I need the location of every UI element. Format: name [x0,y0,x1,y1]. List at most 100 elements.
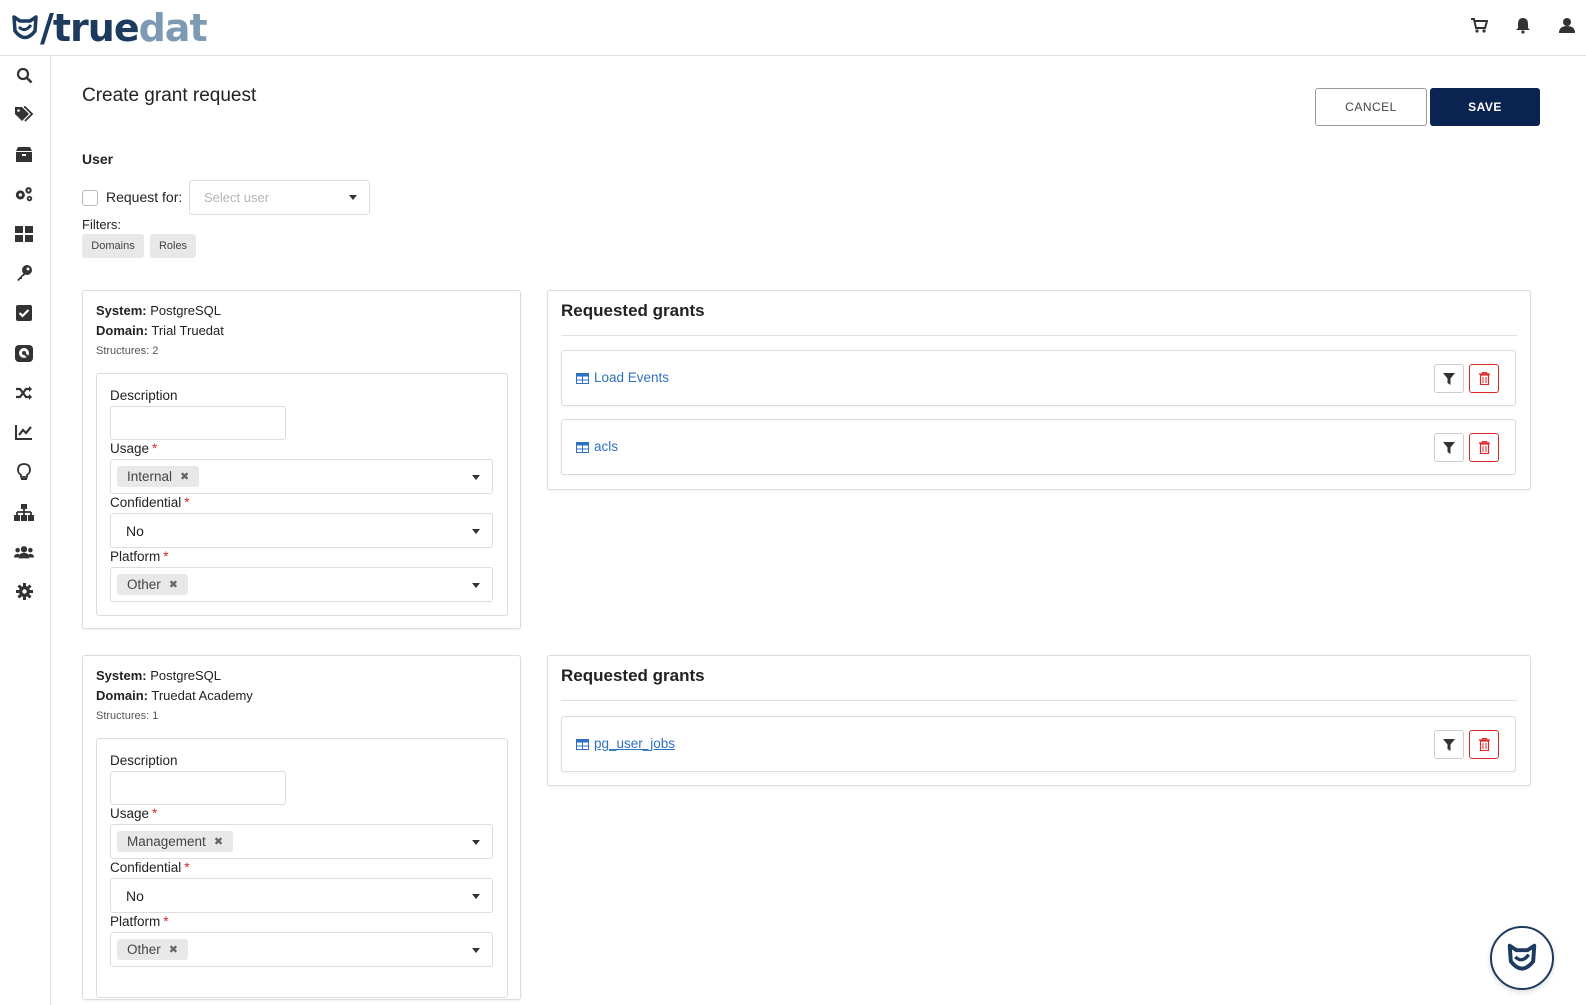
platform-label: Platform * [110,549,169,564]
requested-grants-card: Requested grants Load Events acls [547,290,1531,490]
grid-icon [15,226,33,242]
platform-dropdown[interactable]: Other ✖ [110,932,493,967]
platform-tag: Other ✖ [117,939,188,960]
description-input[interactable] [110,771,286,805]
structure-link[interactable]: pg_user_jobs [594,736,675,751]
filter-chip-domains[interactable]: Domains [82,234,144,258]
structure-link[interactable]: acls [594,439,618,454]
usage-dropdown[interactable]: Management ✖ [110,824,493,859]
filter-button[interactable] [1434,433,1464,462]
sidebar-item-reports[interactable] [14,422,34,442]
platform-label: Platform * [110,914,169,929]
user-icon[interactable] [1558,16,1576,34]
usage-label: Usage * [110,806,158,821]
structure-link[interactable]: Load Events [594,370,669,385]
key-icon [17,265,32,281]
sidebar-item-search[interactable] [14,65,34,85]
confidential-dropdown[interactable]: No [110,513,493,548]
sidebar-item-quality[interactable] [14,303,34,323]
delete-button[interactable] [1469,433,1499,462]
domain-info: Domain: Truedat Academy [96,688,253,703]
structures-count: Structures: 2 [96,345,159,357]
sidebar-item-tags[interactable] [14,104,34,124]
cogs-icon [15,187,33,202]
remove-tag-icon[interactable]: ✖ [180,470,189,483]
metadata-form: Description Usage * Internal ✖ Confidentia… [96,373,508,616]
requested-grants-title: Requested grants [561,666,705,685]
confidential-dropdown[interactable]: No [110,878,493,913]
sidebar-item-grants[interactable] [14,263,34,283]
requested-grants-card: Requested grants pg_user_jobs [547,655,1531,786]
cart-icon[interactable] [1470,16,1488,34]
grant-item: Load Events [561,350,1516,406]
description-label: Description [110,753,178,768]
confidential-value: No [126,523,144,539]
usage-dropdown[interactable]: Internal ✖ [110,459,493,494]
sidebar-item-hierarchy[interactable] [14,502,34,522]
structure-group-card: System: PostgreSQL Domain: Truedat Acade… [82,655,521,1000]
confidential-value: No [126,888,144,904]
owl-logo-icon [1507,943,1537,971]
disk-icon [15,344,33,362]
delete-button[interactable] [1469,364,1499,393]
box-icon [16,146,32,162]
filter-button[interactable] [1434,730,1464,759]
trash-icon [1478,372,1490,385]
chart-line-icon [15,425,32,440]
system-info: System: PostgreSQL [96,668,222,683]
usage-tag: Internal ✖ [117,466,200,487]
shuffle-icon [16,386,32,400]
sidebar-item-admin[interactable] [14,581,34,601]
sidebar-item-users[interactable] [14,542,34,562]
remove-tag-icon[interactable]: ✖ [214,835,223,848]
filter-icon [1443,372,1455,385]
assistant-chat-button[interactable] [1490,926,1554,990]
description-input[interactable] [110,406,286,440]
tags-icon [15,106,34,122]
platform-dropdown[interactable]: Other ✖ [110,567,493,602]
remove-tag-icon[interactable]: ✖ [169,578,178,591]
owl-logo-icon [12,15,38,40]
sidebar-item-structures[interactable] [14,144,34,164]
grant-item: pg_user_jobs [561,716,1516,772]
lightbulb-icon [17,463,31,480]
remove-tag-icon[interactable]: ✖ [169,943,178,956]
filter-button[interactable] [1434,364,1464,393]
select-user-dropdown[interactable]: Select user [189,180,370,215]
table-icon [576,373,589,384]
usage-tag: Management ✖ [117,831,234,852]
filter-chip-roles[interactable]: Roles [150,234,196,258]
chevron-down-icon [472,894,480,899]
cancel-button[interactable]: CANCEL [1315,88,1427,126]
page-title: Create grant request [82,85,257,106]
sidebar-item-dashboard[interactable] [14,224,34,244]
sidebar-item-lineage[interactable] [14,383,34,403]
select-user-placeholder: Select user [204,190,270,205]
sidebar-item-settings-group[interactable] [14,184,34,204]
truedat-logo[interactable]: /truedat [10,8,208,48]
chevron-down-icon [472,948,480,953]
grant-item: acls [561,419,1516,475]
table-icon [576,442,589,453]
sidebar-item-ideas[interactable] [14,462,34,482]
description-label: Description [110,388,178,403]
bell-icon[interactable] [1514,16,1532,34]
trash-icon [1478,738,1490,751]
structures-count: Structures: 1 [96,710,159,722]
sidebar [0,56,51,1005]
delete-button[interactable] [1469,730,1499,759]
users-icon [14,546,34,559]
sidebar-item-ingests[interactable] [14,343,34,363]
system-info: System: PostgreSQL [96,303,222,318]
table-icon [576,739,589,750]
request-for-checkbox[interactable] [82,190,98,206]
chevron-down-icon [472,583,480,588]
save-button[interactable]: SAVE [1430,88,1540,126]
platform-tag: Other ✖ [117,574,188,595]
trash-icon [1478,441,1490,454]
check-square-icon [16,305,32,321]
structure-group-card: System: PostgreSQL Domain: Trial Truedat… [82,290,521,629]
top-bar: /truedat [0,0,1586,56]
usage-label: Usage * [110,441,158,456]
chevron-down-icon [472,475,480,480]
